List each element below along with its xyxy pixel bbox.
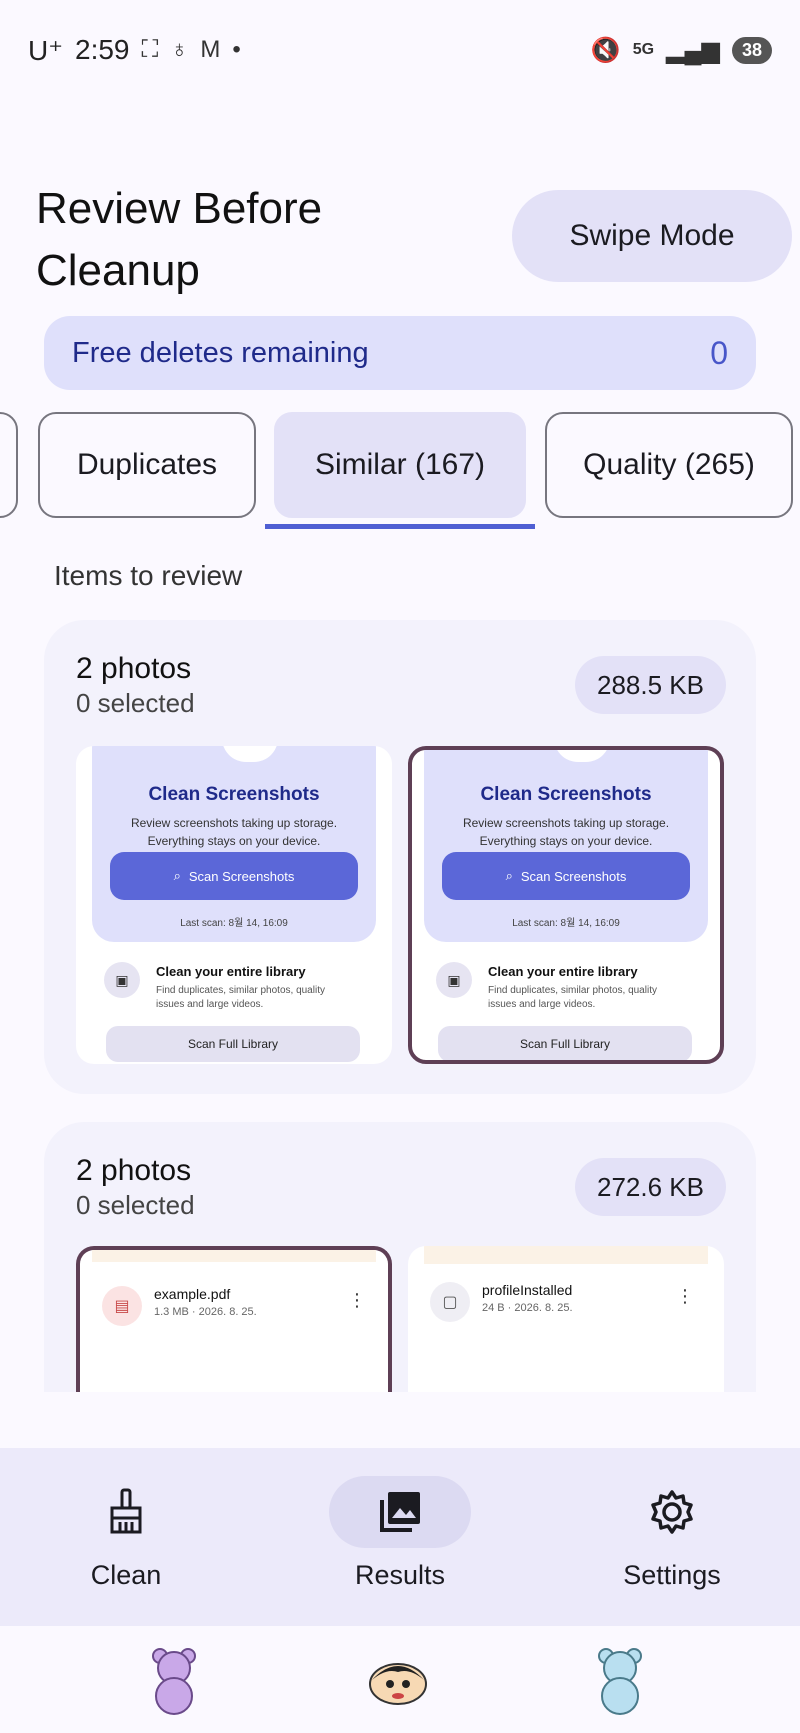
app-notification-icon: ♁ bbox=[170, 36, 189, 63]
photo-thumbnail-selected[interactable]: ▤ example.pdf 1.3 MB · 2026. 8. 25. ⋮ bbox=[76, 1246, 392, 1392]
group-title: 2 photos bbox=[76, 1154, 192, 1187]
group-size-badge: 272.6 KB bbox=[575, 1158, 726, 1216]
bottom-navigation: Clean Results Settings bbox=[0, 1448, 800, 1626]
nav-label-settings: Settings bbox=[623, 1560, 721, 1590]
swipe-mode-button[interactable]: Swipe Mode bbox=[512, 190, 792, 282]
photo-thumbnail-selected[interactable]: Clean Screenshots Review screenshots tak… bbox=[408, 746, 724, 1064]
thumb-last-scan: Last scan: 8월 14, 16:09 bbox=[180, 918, 288, 929]
thumb-desc: Review screenshots taking up storage. Ev… bbox=[130, 816, 338, 848]
more-vert-icon: ⋮ bbox=[348, 1290, 366, 1310]
nav-item-clean[interactable]: Clean bbox=[26, 1476, 226, 1591]
file-row: ▢ profileInstalled 24 B · 2026. 8. 25. ⋮ bbox=[430, 1278, 700, 1338]
carrier-label: U⁺ bbox=[28, 34, 63, 66]
file-meta: 1.3 MB · 2026. 8. 25. bbox=[154, 1306, 257, 1318]
network-type-icon: 5G bbox=[632, 41, 655, 58]
free-deletes-banner: Free deletes remaining 0 bbox=[44, 316, 756, 390]
search-icon: ⌕ bbox=[173, 868, 181, 883]
file-name: example.pdf bbox=[154, 1286, 231, 1302]
group-selected-count: 0 selected bbox=[76, 1190, 195, 1220]
active-tab-indicator bbox=[265, 524, 535, 529]
blue-bear-icon[interactable] bbox=[592, 1646, 648, 1716]
search-icon: ⌕ bbox=[505, 868, 513, 883]
thumb-desc: Review screenshots taking up storage. Ev… bbox=[462, 816, 670, 848]
photo-thumbnail[interactable]: ▢ profileInstalled 24 B · 2026. 8. 25. ⋮ bbox=[408, 1246, 724, 1392]
thumb-scan-full: Scan Full Library bbox=[106, 1026, 360, 1062]
library-icon: ▣ bbox=[104, 962, 140, 998]
thumb-last-scan: Last scan: 8월 14, 16:09 bbox=[512, 918, 620, 929]
tab-quality[interactable]: Quality (265) bbox=[545, 412, 793, 518]
nav-label-clean: Clean bbox=[90, 1560, 162, 1590]
thumb-scan-button: ⌕ Scan Screenshots bbox=[442, 852, 690, 900]
screenshot-icon: ⛶ bbox=[141, 36, 159, 63]
photo-library-icon bbox=[329, 1476, 471, 1548]
more-vert-icon: ⋮ bbox=[676, 1286, 694, 1306]
dot-icon: • bbox=[232, 36, 241, 63]
free-deletes-count: 0 bbox=[710, 334, 728, 371]
system-dock bbox=[0, 1626, 800, 1733]
section-label: Items to review bbox=[54, 560, 243, 591]
photo-group-card: 2 photos 0 selected 272.6 KB ▤ example.p… bbox=[44, 1122, 756, 1392]
page-header: Review Before Cleanup bbox=[36, 178, 476, 302]
thumb-scan-full: Scan Full Library bbox=[438, 1026, 692, 1060]
thumb-heading: Clean Screenshots bbox=[148, 784, 320, 805]
clock: 2:59 bbox=[75, 34, 130, 65]
battery-indicator: 38 bbox=[731, 36, 772, 64]
nav-item-results[interactable]: Results bbox=[300, 1476, 500, 1591]
tab-similar[interactable]: Similar (167) bbox=[274, 412, 526, 518]
gear-icon bbox=[601, 1476, 743, 1548]
pdf-icon: ▤ bbox=[102, 1286, 142, 1326]
library-icon: ▣ bbox=[436, 962, 472, 998]
tab-duplicates[interactable]: Duplicates bbox=[38, 412, 256, 518]
mail-icon: M bbox=[200, 36, 221, 63]
thumb-heading: Clean Screenshots bbox=[480, 784, 652, 805]
thumb-lib-desc: Find duplicates, similar photos, quality… bbox=[488, 985, 657, 1010]
file-row: ▤ example.pdf 1.3 MB · 2026. 8. 25. ⋮ bbox=[102, 1282, 372, 1342]
thumb-scan-button: ⌕ Scan Screenshots bbox=[110, 852, 358, 900]
mute-icon: 🔇 bbox=[590, 36, 621, 64]
photo-thumbnail[interactable]: Clean Screenshots Review screenshots tak… bbox=[76, 746, 392, 1064]
thumb-lib-title: Clean your entire library bbox=[156, 964, 306, 979]
character-face-icon[interactable] bbox=[366, 1646, 430, 1716]
nav-item-settings[interactable]: Settings bbox=[572, 1476, 772, 1591]
file-meta: 24 B · 2026. 8. 25. bbox=[482, 1302, 573, 1314]
thumb-lib-desc: Find duplicates, similar photos, quality… bbox=[156, 985, 325, 1010]
tab-hidden-left[interactable] bbox=[0, 412, 18, 518]
category-tabs: Duplicates Similar (167) Quality (265) bbox=[0, 410, 800, 530]
thumb-lib-title: Clean your entire library bbox=[488, 964, 638, 979]
status-bar: U⁺ 2:59 ⛶ ♁ M • 🔇 5G ▂▄▆ 38 bbox=[0, 0, 800, 100]
photo-group-card: 2 photos 0 selected 288.5 KB Clean Scree… bbox=[44, 620, 756, 1094]
signal-icon: ▂▄▆ bbox=[666, 36, 720, 64]
page-title: Review Before Cleanup bbox=[36, 184, 323, 295]
file-name: profileInstalled bbox=[482, 1282, 573, 1298]
document-icon: ▢ bbox=[430, 1282, 470, 1322]
broom-icon bbox=[55, 1476, 197, 1548]
free-deletes-label: Free deletes remaining bbox=[72, 336, 369, 369]
group-title: 2 photos bbox=[76, 652, 192, 685]
nav-label-results: Results bbox=[354, 1560, 446, 1590]
group-selected-count: 0 selected bbox=[76, 688, 195, 718]
purple-bear-icon[interactable] bbox=[146, 1646, 202, 1716]
group-size-badge: 288.5 KB bbox=[575, 656, 726, 714]
